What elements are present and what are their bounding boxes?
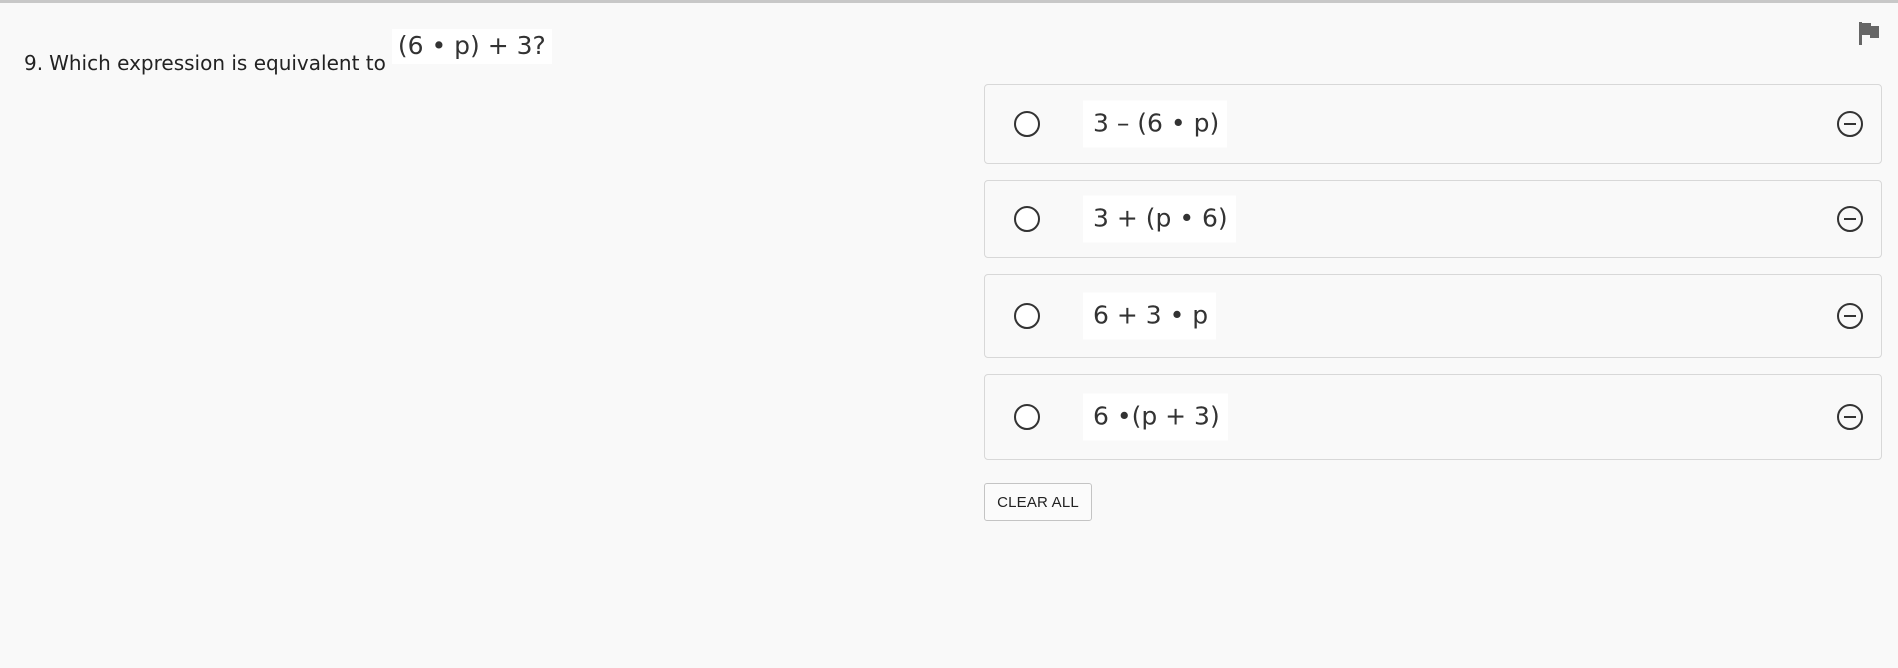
radio-button-icon[interactable] <box>1014 303 1040 329</box>
radio-button-icon[interactable] <box>1014 111 1040 137</box>
top-divider <box>0 0 1898 3</box>
question-prompt: 9. Which expression is equivalent to (6 … <box>24 29 552 76</box>
clear-all-button[interactable]: CLEAR ALL <box>984 483 1092 521</box>
answer-option-2[interactable]: 3 + (p • 6) <box>984 180 1882 258</box>
answer-option-3[interactable]: 6 + 3 • p <box>984 274 1882 358</box>
answer-option-4[interactable]: 6 •(p + 3) <box>984 374 1882 460</box>
minus-circle-icon[interactable] <box>1837 303 1863 329</box>
minus-circle-icon[interactable] <box>1837 404 1863 430</box>
flag-button[interactable] <box>1856 19 1882 47</box>
flag-icon <box>1859 22 1879 45</box>
question-number: 9. <box>24 51 44 75</box>
answer-options: 3 – (6 • p) 3 + (p • 6) 6 + 3 • p 6 •(p … <box>984 84 1884 460</box>
answer-expression: 3 – (6 • p) <box>1083 100 1228 148</box>
answer-expression: 6 + 3 • p <box>1083 292 1217 340</box>
answer-expression: 3 + (p • 6) <box>1083 195 1236 243</box>
radio-button-icon[interactable] <box>1014 404 1040 430</box>
minus-circle-icon[interactable] <box>1837 206 1863 232</box>
question-expression: (6 • p) + 3? <box>391 29 552 64</box>
answer-expression: 6 •(p + 3) <box>1083 393 1228 441</box>
question-text: Which expression is equivalent to <box>49 51 386 75</box>
answer-option-1[interactable]: 3 – (6 • p) <box>984 84 1882 164</box>
radio-button-icon[interactable] <box>1014 206 1040 232</box>
minus-circle-icon[interactable] <box>1837 111 1863 137</box>
